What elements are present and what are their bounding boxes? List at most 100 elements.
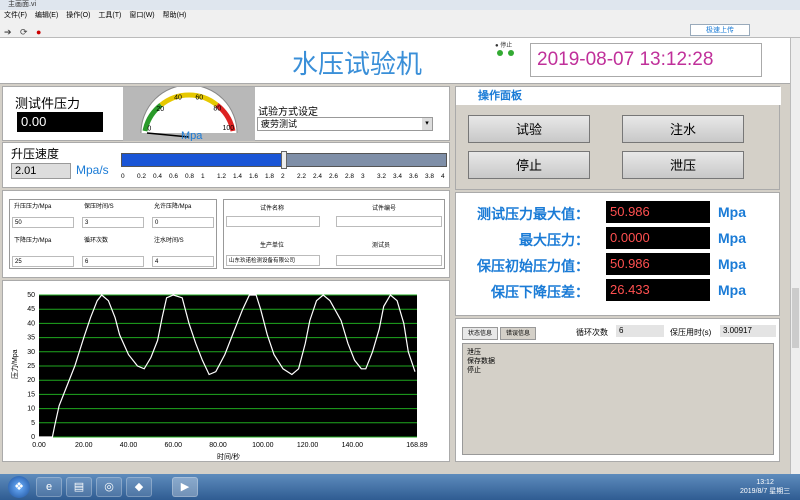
menu-item-3[interactable]: 工具(T) [98,12,121,19]
rate-tick-label: 1.2 [217,173,227,180]
rate-slider[interactable] [121,151,447,169]
y-tick-label: 35 [27,335,35,342]
taskbar: ❖ e ▤ ◎ ◆ ▶ 13:12 2019/8/7 星期三 [0,474,800,500]
release-pressure-button[interactable]: 泄压 [622,151,744,179]
scrollbar-thumb[interactable] [792,288,799,348]
x-tick-label: 0.00 [32,442,46,449]
y-tick-label: 20 [27,377,35,384]
window-icon[interactable]: ▶ [172,477,198,497]
chart-panel: 压力/Mpa 时间/秒 0 5 10 15 20 25 30 35 40 45 50 0.00 20.0… [2,280,450,462]
tester-input[interactable] [336,255,442,266]
rate-tick-label: 3.4 [393,173,403,180]
gauge-tick-label: 60 [195,94,203,101]
test-mode-select[interactable]: 疲劳测试 ▾ [257,117,433,131]
maker-label: 生产单位 [260,243,285,249]
gauge-tick-label: 40 [174,95,182,102]
y-tick-label: 0 [31,434,35,441]
stat-value: 0.0000 [606,227,710,249]
status-log: 泄压 保存数据 停止 [462,343,774,455]
explorer-icon[interactable]: ▤ [66,477,92,497]
stat-label: 保压下降压差： [491,284,589,300]
vertical-scrollbar[interactable] [790,38,800,474]
test-button[interactable]: 试验 [468,115,590,143]
menu-item-1[interactable]: 编辑(E) [35,12,58,19]
param-input[interactable]: 4 [152,256,214,267]
gauge-tick-label: 20 [156,106,164,113]
param-header: 允许压降/Mpa [154,204,192,210]
fill-water-button[interactable]: 注水 [622,115,744,143]
y-tick-label: 5 [31,420,35,427]
menu-item-4[interactable]: 窗口(W) [129,12,154,19]
param-input[interactable]: 0 [152,217,214,228]
rate-tick-label: 2.8 [345,173,355,180]
pressure-panel: 测试件压力 0.00 Mpa 0 20 40 60 80 100 试验方式设定 疲劳测试 … [2,86,450,141]
specimen-code-label: 试件编号 [372,206,397,212]
x-tick-label: 20.00 [75,442,93,449]
stats-panel: 测试压力最大值： 50.986 Mpa 最大压力： 0.0000 Mpa 保压初始压力值： 5… [455,192,780,316]
param-header: 注水时间/S [154,238,184,244]
control-panel-title: 操作面板 [456,87,781,105]
log-line: 停止 [467,367,481,374]
browser-icon[interactable]: e [36,477,62,497]
x-axis-label: 时间/秒 [217,452,240,461]
stat-value: 50.986 [606,253,710,275]
param-input[interactable]: 3 [82,217,144,228]
run-light-icon [508,50,514,56]
y-tick-label: 15 [27,391,35,398]
log-line: 泄压 [467,349,481,356]
y-axis-label: 压力/Mpa [10,349,19,379]
info-grid: 试件名称 试件编号 生产单位 测试员 山东玖诺检测设备有限公司 [223,199,445,269]
y-tick-label: 40 [27,320,35,327]
stop-button[interactable]: 停止 [468,151,590,179]
pressure-gauge: Mpa 0 20 40 60 80 100 [123,87,255,141]
start-icon[interactable]: ❖ [8,476,30,498]
test-mode-value: 疲劳测试 [261,119,298,129]
upload-button[interactable]: 极速上传 [690,24,750,36]
maker-input[interactable]: 山东玖诺检测设备有限公司 [226,255,320,266]
menu-item-2[interactable]: 操作(O) [66,12,90,19]
stat-value: 50.986 [606,201,710,223]
stat-unit: Mpa [718,204,746,220]
params-grid: 升压压力/Mpa 保压时间/S 允许压降/Mpa 50 3 0 下降压力/Mpa… [9,199,217,269]
specimen-name-input[interactable] [226,216,320,227]
param-input[interactable]: 50 [12,217,74,228]
app-icon[interactable]: ◎ [96,477,122,497]
tab-error-info[interactable]: 错误信息 [500,327,536,340]
tab-status-info[interactable]: 状态信息 [462,327,498,340]
tester-label: 测试员 [372,243,391,249]
pressure-value: 0.00 [17,112,103,132]
param-header: 保压时间/S [84,204,114,210]
y-tick-label: 25 [27,363,35,370]
rate-panel: 升压速度 2.01 Mpa/s 0 0.2 0.4 0.6 0.8 1 1.2 1.4 1.6 1… [2,142,450,188]
rate-tick-label: 2.4 [313,173,323,180]
labview-icon[interactable]: ◆ [126,477,152,497]
rate-value: 2.01 [11,163,71,179]
params-panel: 升压压力/Mpa 保压时间/S 允许压降/Mpa 50 3 0 下降压力/Mpa… [2,190,450,278]
param-input[interactable]: 25 [12,256,74,267]
log-line: 保存数据 [467,358,495,365]
tray-clock: 13:12 2019/8/7 星期三 [740,479,791,495]
stat-unit: Mpa [718,282,746,298]
y-tick-label: 50 [27,292,35,299]
param-header: 循环次数 [84,238,109,244]
pressure-chart: 压力/Mpa 时间/秒 0 5 10 15 20 25 30 35 40 45 50 0.00 20.0… [10,292,428,461]
menu-item-5[interactable]: 帮助(H) [163,12,187,19]
toolbar: ➔ ⟳ ● 极速上传 [0,22,800,38]
rate-slider-thumb[interactable] [281,151,287,169]
specimen-name-label: 试件名称 [260,206,285,212]
stat-label: 保压初始压力值： [477,258,589,274]
rate-slider-fill [122,154,284,166]
param-input[interactable]: 6 [82,256,144,267]
window-title: 主画面.vi [8,1,36,8]
window-titlebar: 主画面.vi [0,0,800,10]
rate-tick-label: 1.4 [233,173,243,180]
status-lights: ● 停止 [495,43,513,49]
specimen-code-input[interactable] [336,216,442,227]
rate-label: 升压速度 [11,147,60,161]
pressure-label: 测试件压力 [15,96,81,111]
rate-tick-label: 3.6 [409,173,419,180]
menu-item-0[interactable]: 文件(F) [4,12,27,19]
param-header: 下降压力/Mpa [14,238,52,244]
gauge-tick-label: 100 [222,125,234,132]
chevron-down-icon[interactable]: ▾ [422,118,432,130]
